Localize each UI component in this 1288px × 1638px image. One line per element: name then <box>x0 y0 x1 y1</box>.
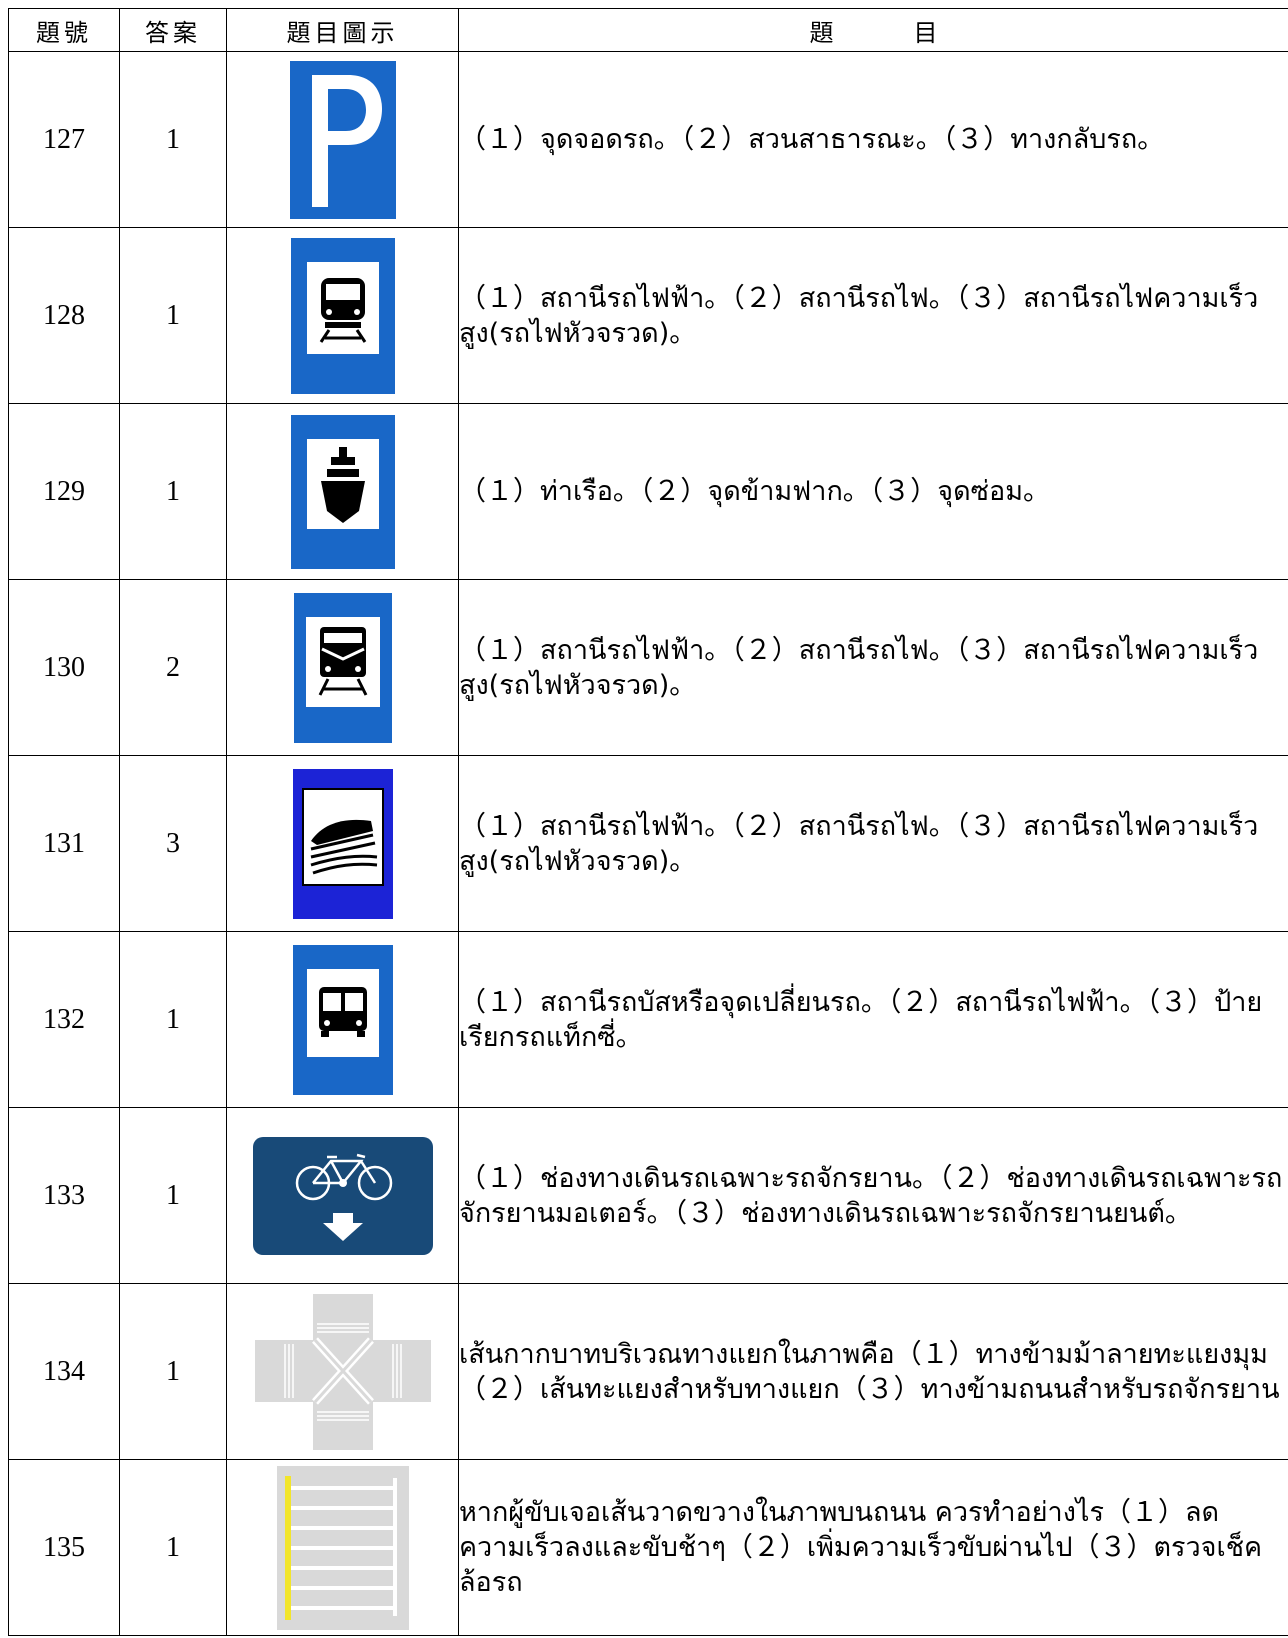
diagonal-crosswalk-icon <box>254 1293 431 1450</box>
question-text: （１）จุดจอดรถ。（２）สวนสาธารณะ。（３）ทางกลับรถ。 <box>458 51 1288 228</box>
answer-value: 1 <box>119 403 227 580</box>
table-row: 130 2 （１）สถานีรถไฟฟ้า。（２）สถานีรถไฟ。（３）สถ… <box>8 579 1288 756</box>
ship-port-sign-icon <box>290 414 395 569</box>
header-answer: 答案 <box>119 8 227 52</box>
question-text: （１）สถานีรถบัสหรือจุดเปลี่ยนรถ。（２）สถานีรถ… <box>458 931 1288 1108</box>
question-number: 127 <box>8 51 120 228</box>
answer-value: 1 <box>119 1283 227 1460</box>
table-row: 134 1 เส้นกากบาทบริเวณทางแยกในภาพคือ（１）ท… <box>8 1283 1288 1460</box>
question-number: 128 <box>8 227 120 404</box>
table-row: 133 1 （１）ช่องทางเดินรถเฉพาะรถจักรยาน。（２）… <box>8 1107 1288 1284</box>
question-number: 134 <box>8 1283 120 1460</box>
parking-sign-icon <box>289 60 396 219</box>
question-text: （１）ท่าเรือ。（２）จุดข้ามฟาก。（３）จุดซ่อม。 <box>458 403 1288 580</box>
answer-value: 3 <box>119 755 227 932</box>
answer-value: 1 <box>119 1107 227 1284</box>
answer-value: 1 <box>119 1459 227 1636</box>
table-row: 128 1 （１）สถานีรถไฟฟ้า。（２）สถานีรถไฟ。（３）สถ… <box>8 227 1288 404</box>
question-table: 題號 答案 題目圖示 題目 127 1 （１）จุดจอดรถ。（２）สวนสา… <box>8 8 1288 1636</box>
question-text: （１）ช่องทางเดินรถเฉพาะรถจักรยาน。（２）ช่องทา… <box>458 1107 1288 1284</box>
table-row: 127 1 （１）จุดจอดรถ。（２）สวนสาธารณะ。（３）ทางกล… <box>8 51 1288 228</box>
bicycle-lane-sign-icon <box>252 1136 433 1255</box>
high-speed-rail-sign-icon <box>292 768 393 919</box>
header-no: 題號 <box>8 8 120 52</box>
table-row: 129 1 （１）ท่าเรือ。（２）จุดข้ามฟาก。（３）จุดซ่อ… <box>8 403 1288 580</box>
header-image: 題目圖示 <box>226 8 459 52</box>
header-topic: 題目 <box>458 8 1288 52</box>
header-row: 題號 答案 題目圖示 題目 <box>8 8 1288 52</box>
answer-value: 1 <box>119 931 227 1108</box>
question-text: เส้นกากบาทบริเวณทางแยกในภาพคือ（１）ทางข้าม… <box>458 1283 1288 1460</box>
answer-value: 1 <box>119 51 227 228</box>
metro-station-sign-icon <box>290 237 395 394</box>
question-text: （１）สถานีรถไฟฟ้า。（２）สถานีรถไฟ。（３）สถานีรถไ… <box>458 755 1288 932</box>
bus-station-sign-icon <box>292 944 393 1095</box>
train-station-sign-icon <box>293 592 392 743</box>
question-number: 133 <box>8 1107 120 1284</box>
question-number: 135 <box>8 1459 120 1636</box>
question-text: （１）สถานีรถไฟฟ้า。（２）สถานีรถไฟ。（３）สถานีรถไ… <box>458 579 1288 756</box>
transverse-road-lines-icon <box>276 1465 409 1630</box>
question-text: （１）สถานีรถไฟฟ้า。（２）สถานีรถไฟ。（３）สถานีรถไ… <box>458 227 1288 404</box>
question-number: 129 <box>8 403 120 580</box>
question-number: 132 <box>8 931 120 1108</box>
question-number: 130 <box>8 579 120 756</box>
answer-value: 1 <box>119 227 227 404</box>
answer-value: 2 <box>119 579 227 756</box>
question-text: หากผู้ขับเจอเส้นวาดขวางในภาพบนถนน ควรทำอ… <box>458 1459 1288 1636</box>
table-row: 132 1 （１）สถานีรถบัสหรือจุดเปลี่ยนรถ。（２）ส… <box>8 931 1288 1108</box>
table-row: 135 1 หากผู้ขับเจอเส้นวาดขวางในภาพบนถนน … <box>8 1459 1288 1636</box>
table-row: 131 3 （１）สถานีรถไฟฟ้า。（２）สถานีรถไฟ。（３）สถ… <box>8 755 1288 932</box>
question-number: 131 <box>8 755 120 932</box>
